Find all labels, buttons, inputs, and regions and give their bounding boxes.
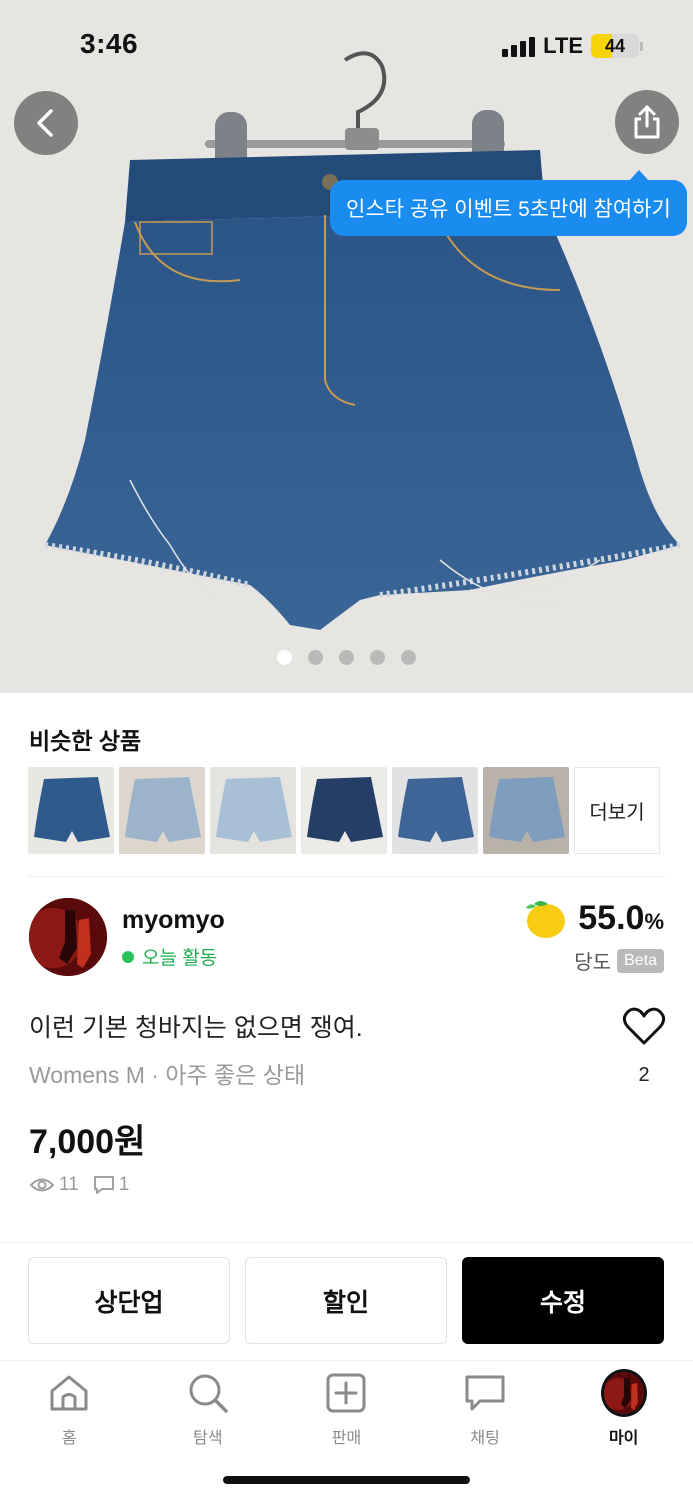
see-more-button[interactable]: 더보기 bbox=[574, 767, 660, 854]
similar-item-thumbnail[interactable] bbox=[119, 767, 205, 854]
battery-level: 44 bbox=[604, 35, 626, 56]
seller-name[interactable]: myomyo bbox=[122, 906, 225, 935]
search-icon bbox=[189, 1374, 228, 1413]
similar-items-title: 비슷한 상품 bbox=[29, 728, 142, 754]
share-button[interactable] bbox=[615, 90, 679, 154]
tab-my[interactable]: 마이 bbox=[554, 1369, 693, 1448]
eye-icon bbox=[29, 1178, 55, 1192]
product-size-condition: Womens M · 아주 좋은 상태 bbox=[29, 1062, 306, 1088]
carousel-page-indicator bbox=[0, 650, 693, 665]
like-count: 2 bbox=[638, 1064, 650, 1086]
share-icon bbox=[634, 105, 660, 139]
status-time: 3:46 bbox=[80, 28, 139, 59]
divider bbox=[0, 1242, 693, 1243]
carousel-dot[interactable] bbox=[339, 650, 354, 665]
beta-badge: Beta bbox=[617, 948, 664, 973]
sweetness-unit: % bbox=[644, 908, 664, 934]
status-bar: 3:46 LTE 44 bbox=[0, 0, 693, 92]
seller-sweetness-score[interactable]: 55.0% 당도 Beta bbox=[522, 896, 664, 975]
similar-item-thumbnail[interactable] bbox=[483, 767, 569, 854]
sweetness-label: 당도 bbox=[574, 952, 612, 974]
tab-home[interactable]: 홈 bbox=[0, 1370, 139, 1448]
online-dot-icon bbox=[122, 950, 134, 963]
tab-sell[interactable]: 판매 bbox=[277, 1370, 416, 1448]
carousel-dot[interactable] bbox=[370, 650, 385, 665]
status-indicators: LTE 44 bbox=[502, 33, 643, 59]
profile-avatar-icon bbox=[600, 1369, 647, 1417]
chevron-left-icon bbox=[37, 109, 53, 137]
seller-activity-status: 오늘 활동 bbox=[122, 943, 217, 970]
edit-button[interactable]: 수정 bbox=[462, 1257, 664, 1344]
battery-icon: 44 bbox=[591, 34, 643, 58]
product-stats: 11 1 bbox=[29, 1174, 129, 1196]
tab-label: 채팅 bbox=[470, 1430, 500, 1447]
chat-bubble-icon bbox=[93, 1176, 114, 1194]
similar-item-thumbnail[interactable] bbox=[28, 767, 114, 854]
sweetness-value: 55.0 bbox=[578, 898, 645, 937]
home-icon bbox=[50, 1375, 88, 1411]
seller-avatar[interactable] bbox=[29, 898, 107, 976]
carousel-dot[interactable] bbox=[277, 650, 292, 665]
chat-icon bbox=[465, 1375, 505, 1411]
activity-label: 오늘 활동 bbox=[142, 948, 218, 969]
similar-item-thumbnail[interactable] bbox=[392, 767, 478, 854]
back-button[interactable] bbox=[14, 91, 78, 155]
signal-strength-icon bbox=[502, 35, 536, 57]
tab-chat[interactable]: 채팅 bbox=[416, 1370, 555, 1448]
similar-items-list: 더보기 bbox=[28, 767, 660, 854]
tab-label: 탐색 bbox=[193, 1430, 223, 1447]
tab-explore[interactable]: 탐색 bbox=[139, 1370, 278, 1448]
similar-item-thumbnail[interactable] bbox=[301, 767, 387, 854]
tab-label: 마이 bbox=[608, 1430, 639, 1447]
chat-count: 1 bbox=[118, 1174, 130, 1195]
carousel-dot[interactable] bbox=[401, 650, 416, 665]
seller-action-bar: 상단업 할인 수정 bbox=[28, 1257, 664, 1344]
product-photo-denim-shorts bbox=[0, 0, 693, 693]
tab-label: 판매 bbox=[331, 1430, 362, 1447]
insta-share-event-tooltip[interactable]: 인스타 공유 이벤트 5초만에 참여하기 bbox=[330, 170, 687, 236]
discount-button[interactable]: 할인 bbox=[245, 1257, 447, 1344]
divider bbox=[0, 1360, 693, 1361]
lemon-icon bbox=[526, 901, 566, 938]
divider bbox=[28, 876, 665, 877]
network-type: LTE bbox=[543, 33, 583, 58]
plus-square-icon bbox=[326, 1373, 366, 1413]
tab-label: 홈 bbox=[61, 1430, 77, 1447]
home-indicator bbox=[223, 1476, 470, 1484]
bottom-tab-bar: 홈 탐색 판매 채팅 마이 bbox=[0, 1369, 693, 1448]
like-heart-icon[interactable] bbox=[622, 1005, 666, 1047]
product-price: 7,000원 bbox=[29, 1123, 146, 1161]
product-title: 이런 기본 청바지는 없으면 쟁여. bbox=[29, 1014, 363, 1042]
similar-item-thumbnail[interactable] bbox=[210, 767, 296, 854]
carousel-dot[interactable] bbox=[308, 650, 323, 665]
view-count: 11 bbox=[59, 1174, 79, 1195]
bump-button[interactable]: 상단업 bbox=[28, 1257, 230, 1344]
product-image-carousel[interactable]: 3:46 LTE 44 인스타 공유 이벤트 5초만에 참여하기 bbox=[0, 0, 693, 693]
